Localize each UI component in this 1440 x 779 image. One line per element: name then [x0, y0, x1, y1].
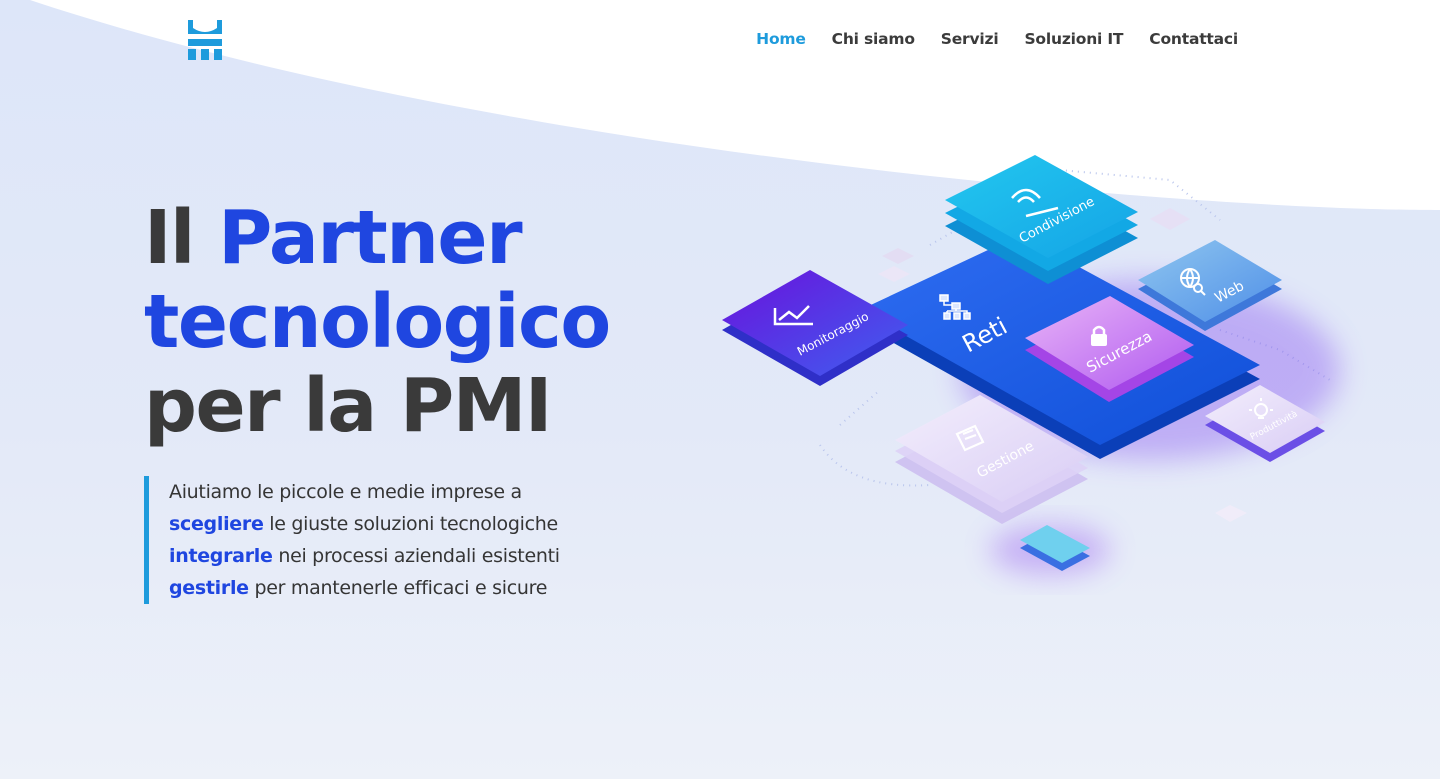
intro-keyword-gestirle: gestirle — [169, 577, 249, 599]
intro-line-1: Aiutiamo le piccole e medie imprese a — [169, 481, 522, 503]
nav-servizi[interactable]: Servizi — [941, 30, 999, 48]
hero-intro: Aiutiamo le piccole e medie imprese a sc… — [144, 476, 629, 604]
main-nav: Home Chi siamo Servizi Soluzioni IT Cont… — [756, 30, 1238, 48]
intro-line-2: scegliere le giuste soluzioni tecnologic… — [169, 508, 629, 540]
nav-home[interactable]: Home — [756, 30, 806, 48]
intro-text-3: nei processi aziendali esistenti — [278, 545, 560, 567]
tile-monitoraggio: Monitoraggio — [722, 270, 908, 386]
intro-line-4: gestirle per mantenerle efficaci e sicur… — [169, 572, 629, 604]
nav-chi-siamo[interactable]: Chi siamo — [832, 30, 915, 48]
hero-title-pmi: per la PMI — [144, 363, 552, 449]
intro-text-4: per mantenerle efficaci e sicure — [254, 577, 548, 599]
intro-text-2: le giuste soluzioni tecnologiche — [269, 513, 558, 535]
hero-title: Il Partner tecnologico per la PMI — [144, 195, 611, 449]
intro-keyword-scegliere: scegliere — [169, 513, 264, 535]
hero-title-tecnologico: tecnologico — [144, 279, 611, 365]
isometric-services-illustration: Reti Condivisione Monitoraggio Web Sicur… — [722, 155, 1340, 575]
site-header: Home Chi siamo Servizi Soluzioni IT Cont… — [0, 0, 1440, 80]
intro-line-3: integrarle nei processi aziendali esiste… — [169, 540, 629, 572]
intro-keyword-integrarle: integrarle — [169, 545, 273, 567]
hero-title-il: Il — [144, 195, 195, 281]
castle-crown-logo-icon — [188, 20, 222, 60]
nav-soluzioni-it[interactable]: Soluzioni IT — [1024, 30, 1123, 48]
site-logo[interactable] — [188, 20, 222, 60]
hero-title-partner: Partner — [218, 195, 522, 281]
nav-contattaci[interactable]: Contattaci — [1149, 30, 1238, 48]
